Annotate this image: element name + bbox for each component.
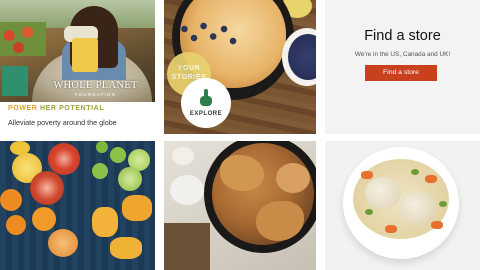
touch-hand-icon [200, 89, 212, 106]
matzo-ball-1 [365, 177, 401, 209]
small-plate-image [170, 175, 204, 205]
herb-piece [411, 169, 419, 175]
whole-planet-logo: WHOLE PLANET [53, 80, 138, 91]
orange-2 [32, 207, 56, 231]
lime-3 [92, 163, 108, 179]
citrus-tile[interactable] [0, 141, 155, 270]
lime [96, 141, 108, 153]
your-stories-tile[interactable]: YOUR STORIES EXPLORE [164, 0, 316, 134]
find-store-button[interactable]: Find a store [365, 65, 437, 81]
cutting-board-image [164, 223, 210, 270]
whole-planet-foundation-tile[interactable]: WHOLE PLANET FOUNDATION POWER HER POTENT… [0, 0, 155, 134]
chicken-soup-tile[interactable] [325, 141, 480, 270]
explore-label: EXPLORE [189, 111, 223, 117]
blueberries-topping [178, 20, 242, 50]
foundation-logo-sub: FOUNDATION [74, 92, 117, 97]
mandarin-peeled [48, 229, 78, 257]
chicken-thigh-1 [220, 155, 264, 191]
lime-slice-2 [118, 167, 142, 191]
chicken-thigh-3 [276, 163, 310, 193]
herb-piece-3 [439, 201, 447, 207]
blood-orange-slice [48, 143, 80, 175]
orange-wedge [110, 237, 142, 259]
orange-3 [6, 215, 26, 235]
blood-orange-half [30, 171, 64, 205]
chicken-skillet-tile[interactable] [164, 141, 316, 270]
find-a-store-tile: Find a store We're in the US, Canada and… [325, 0, 480, 134]
heading-potential: HER POTENTIAL [40, 105, 105, 112]
badge-line1: YOUR [177, 65, 201, 72]
carrot-piece-4 [431, 221, 443, 229]
foundation-body: Alleviate poverty around the globe [8, 118, 117, 127]
herb-piece-2 [365, 209, 373, 215]
lime-2 [110, 147, 126, 163]
garlic-image [172, 147, 194, 165]
carrot-piece [361, 171, 373, 179]
store-title: Find a store [364, 28, 441, 44]
orange-segment-2 [92, 207, 118, 237]
foundation-heading: POWER HER POTENTIAL [8, 105, 104, 112]
carrot-piece-3 [385, 225, 397, 233]
orange [0, 189, 22, 211]
explore-button[interactable]: EXPLORE [181, 78, 231, 128]
orange-segment [122, 195, 152, 221]
store-description: We're in the US, Canada and UK! [354, 51, 451, 58]
heading-power: POWER [8, 105, 38, 112]
carrot-piece-2 [425, 175, 437, 183]
matzo-ball-2 [399, 191, 437, 225]
